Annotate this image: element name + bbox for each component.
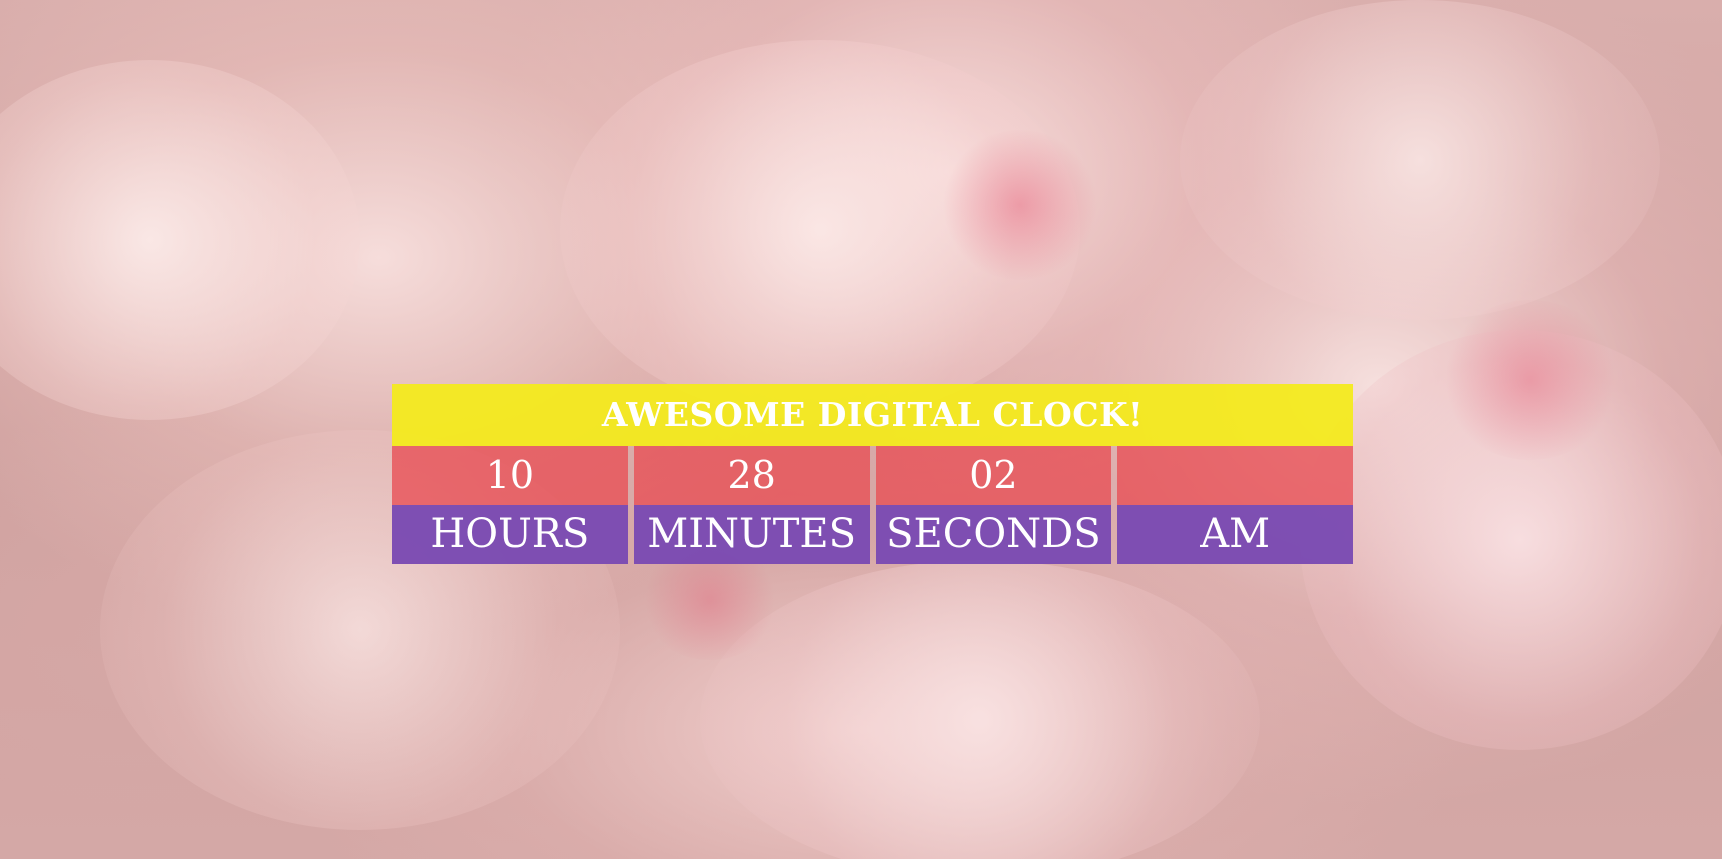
hours-cell: 10 HOURS <box>392 446 628 564</box>
seconds-cell: 02 SECONDS <box>875 446 1112 564</box>
seconds-value: 02 <box>875 446 1112 505</box>
minutes-cell: 28 MINUTES <box>633 446 870 564</box>
period-label: AM <box>1117 505 1353 564</box>
minutes-value: 28 <box>633 446 870 505</box>
period-value <box>1117 446 1353 505</box>
minutes-label: MINUTES <box>633 505 870 564</box>
period-cell: AM <box>1117 446 1353 564</box>
clock-title: AWESOME DIGITAL CLOCK! <box>392 384 1353 446</box>
hours-label: HOURS <box>392 505 628 564</box>
digital-clock: AWESOME DIGITAL CLOCK! 10 HOURS 28 MINUT… <box>392 384 1353 564</box>
seconds-label: SECONDS <box>875 505 1112 564</box>
hours-value: 10 <box>392 446 628 505</box>
clock-row: 10 HOURS 28 MINUTES 02 SECONDS AM <box>392 446 1353 564</box>
